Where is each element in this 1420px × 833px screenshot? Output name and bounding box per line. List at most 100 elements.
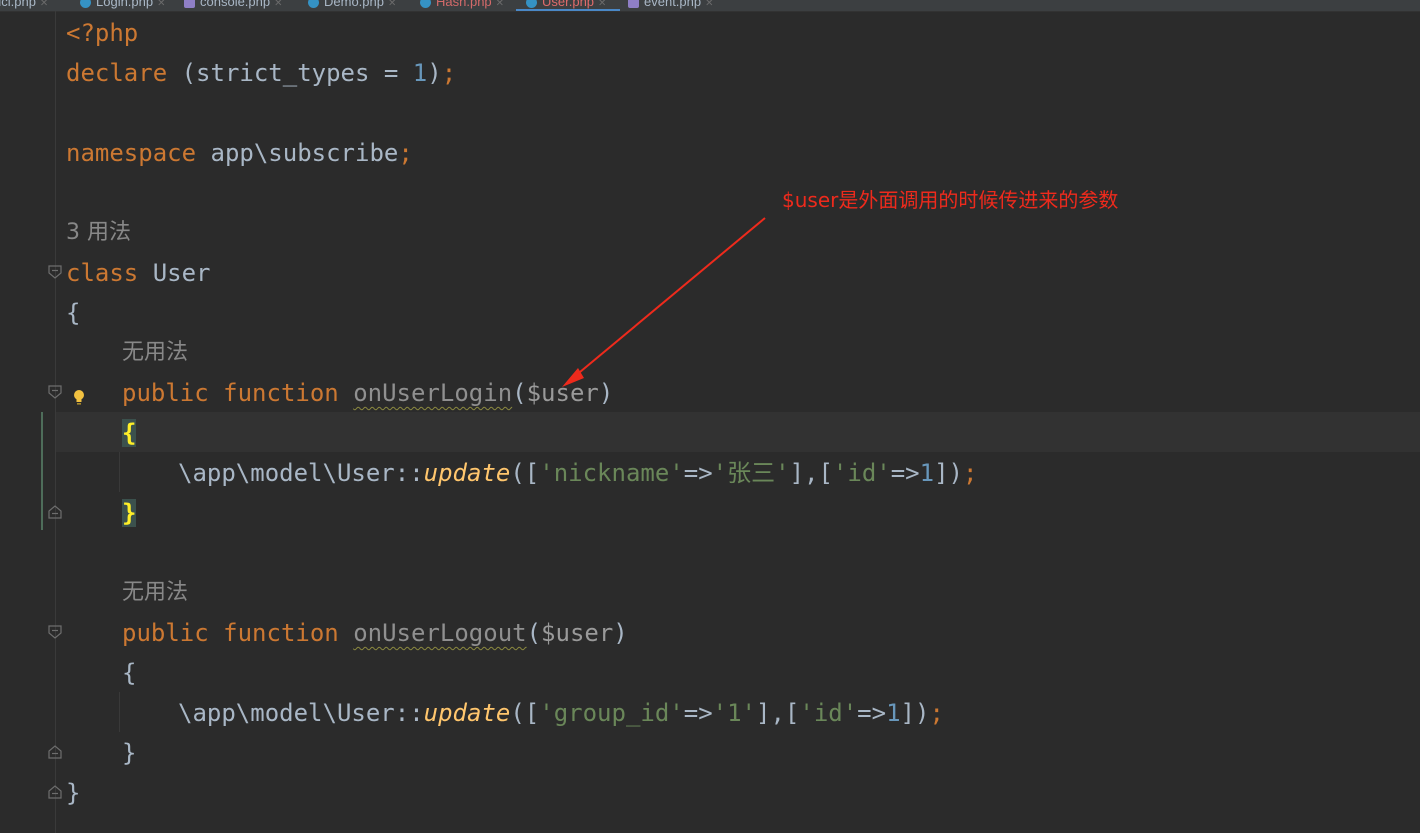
code-line-update-call[interactable]: \app\model\User::update(['nickname'=>'张三… xyxy=(178,453,977,493)
string-literal: '1' xyxy=(712,699,757,727)
code-text: => xyxy=(683,459,713,487)
code-text: ([ xyxy=(510,699,540,727)
method-name: onUserLogin xyxy=(353,379,513,407)
code-line-brace[interactable]: { xyxy=(122,653,136,693)
php-config-icon xyxy=(184,0,195,9)
keyword: function xyxy=(223,619,339,647)
close-icon[interactable]: ✕ xyxy=(157,0,165,9)
code-text: ( xyxy=(512,379,527,407)
code-text: => xyxy=(857,699,887,727)
vcs-change-marker xyxy=(41,412,43,530)
tab-label: Demo.php xyxy=(324,0,384,9)
semicolon: ; xyxy=(929,699,944,727)
close-icon[interactable]: ✕ xyxy=(705,0,713,9)
active-tab-indicator xyxy=(516,9,620,11)
code-line-brace[interactable]: } xyxy=(122,733,136,773)
code-text: ]) xyxy=(934,459,963,487)
code-line-brace[interactable]: { xyxy=(122,413,137,453)
php-class-icon xyxy=(526,0,537,9)
code-text: ([ xyxy=(510,459,540,487)
code-line-brace[interactable]: } xyxy=(66,773,80,813)
code-line-namespace[interactable]: namespace app\subscribe; xyxy=(66,133,413,173)
matched-brace: } xyxy=(122,499,137,527)
current-line-highlight xyxy=(56,412,1420,452)
tab-label: Hash.php xyxy=(436,0,492,9)
tab-label: Login.php xyxy=(96,0,154,9)
code-text: \app\model\User:: xyxy=(178,459,424,487)
editor-tab-bar: ucl.php✕ Login.php✕ console.php✕ Demo.ph… xyxy=(0,0,1420,12)
code-text: ],[ xyxy=(789,459,833,487)
code-line-declare[interactable]: declare (strict_types = 1); xyxy=(66,53,456,93)
tab-label: event.php xyxy=(644,0,702,9)
tab-hash[interactable]: Hash.php ✕ xyxy=(420,0,504,11)
tab-event[interactable]: event.php ✕ xyxy=(628,0,714,11)
method-call: update xyxy=(423,459,511,487)
tab-label: console.php xyxy=(200,0,271,9)
code-text: app\subscribe xyxy=(196,139,399,167)
fold-collapse-icon[interactable] xyxy=(47,264,63,280)
code-line-brace[interactable]: { xyxy=(66,293,80,333)
close-icon[interactable]: ✕ xyxy=(598,0,606,9)
close-icon[interactable]: ✕ xyxy=(496,0,504,9)
string-literal: 'id' xyxy=(832,459,891,487)
string-literal: 'group_id' xyxy=(539,699,684,727)
tab-demo[interactable]: Demo.php ✕ xyxy=(308,0,396,11)
tab-login[interactable]: Login.php ✕ xyxy=(80,0,166,11)
php-class-icon xyxy=(308,0,319,9)
code-text: => xyxy=(683,699,713,727)
number-literal: 1 xyxy=(412,59,428,87)
php-class-icon xyxy=(420,0,431,9)
number-literal: 1 xyxy=(886,699,901,727)
tab-ucl[interactable]: ucl.php ✕ xyxy=(0,0,48,11)
matched-brace: { xyxy=(122,419,137,447)
string-literal: '张三' xyxy=(712,459,790,487)
usages-hint[interactable]: 3 用法 xyxy=(66,213,131,253)
semicolon: ; xyxy=(441,59,457,87)
tab-console[interactable]: console.php ✕ xyxy=(184,0,283,11)
code-text: ],[ xyxy=(756,699,800,727)
code-line-update-call[interactable]: \app\model\User::update(['group_id'=>'1'… xyxy=(178,693,944,733)
tab-label: ucl.php xyxy=(0,0,36,9)
code-line-method-signature[interactable]: public function onUserLogout($user) xyxy=(122,613,628,653)
keyword: declare xyxy=(66,59,168,87)
close-icon[interactable]: ✕ xyxy=(40,0,48,9)
lightbulb-icon[interactable] xyxy=(72,388,86,406)
parameter: $user xyxy=(541,619,614,647)
method-call: update xyxy=(423,699,511,727)
string-literal: 'id' xyxy=(799,699,858,727)
code-text: ]) xyxy=(900,699,930,727)
keyword: public xyxy=(122,379,209,407)
fold-end-icon[interactable] xyxy=(47,744,63,760)
keyword: function xyxy=(223,379,339,407)
indent-guide xyxy=(119,692,120,732)
fold-end-icon[interactable] xyxy=(47,504,63,520)
code-line-method-signature[interactable]: public function onUserLogin($user) xyxy=(122,373,613,413)
semicolon: ; xyxy=(398,139,413,167)
php-class-icon xyxy=(80,0,91,9)
code-text: => xyxy=(890,459,920,487)
php-config-icon xyxy=(628,0,639,9)
parameter: $user xyxy=(526,379,599,407)
code-line-class[interactable]: class User xyxy=(66,253,211,293)
semicolon: ; xyxy=(962,459,978,487)
tab-label: User.php xyxy=(542,0,595,9)
fold-collapse-icon[interactable] xyxy=(47,624,63,640)
code-text: ) xyxy=(427,59,442,87)
annotation-note: $user是外面调用的时候传进来的参数 xyxy=(782,188,1119,212)
code-line-brace[interactable]: } xyxy=(122,493,137,533)
close-icon[interactable]: ✕ xyxy=(274,0,282,9)
fold-end-icon[interactable] xyxy=(47,784,63,800)
code-text: \app\model\User:: xyxy=(178,699,424,727)
class-name: User xyxy=(138,259,211,287)
usages-hint[interactable]: 无用法 xyxy=(122,573,188,613)
keyword: class xyxy=(66,259,139,287)
keyword: public xyxy=(122,619,209,647)
number-literal: 1 xyxy=(919,459,935,487)
method-name: onUserLogout xyxy=(353,619,527,647)
usages-hint[interactable]: 无用法 xyxy=(122,333,188,373)
code-line-php-open[interactable]: <?php xyxy=(66,13,138,53)
fold-collapse-icon[interactable] xyxy=(47,384,63,400)
string-literal: 'nickname' xyxy=(539,459,684,487)
code-text: ( xyxy=(526,619,542,647)
close-icon[interactable]: ✕ xyxy=(388,0,396,9)
